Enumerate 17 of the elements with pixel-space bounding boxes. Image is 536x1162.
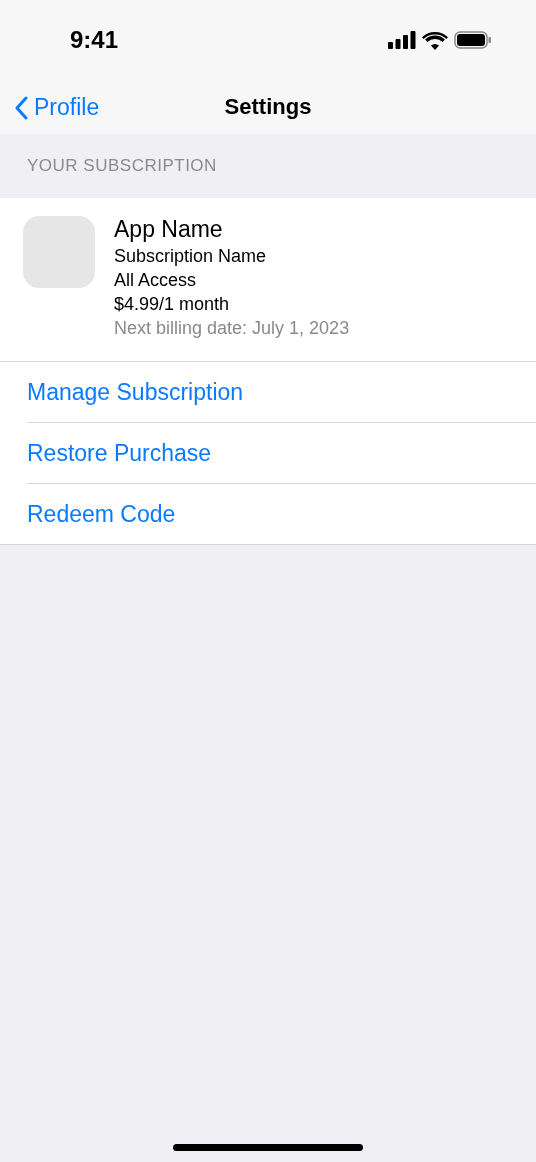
battery-icon (454, 31, 492, 49)
app-icon (23, 216, 95, 288)
status-time: 9:41 (70, 26, 119, 54)
subscription-price: $4.99/1 month (114, 294, 231, 315)
subscription-name: Subscription Name (114, 246, 268, 267)
back-button[interactable]: Profile (10, 90, 104, 125)
access-level-label: All Access (114, 270, 198, 291)
action-link[interactable]: Redeem Code (27, 500, 176, 528)
action-link[interactable]: Manage Subscription (27, 378, 244, 406)
nav-title: Settings (224, 94, 312, 120)
signal-icon (388, 31, 416, 49)
app-name: App Name (114, 216, 224, 243)
next-billing-date: Next billing date: July 1, 2023 (114, 318, 350, 339)
section-header: YOUR SUBSCRIPTION (26, 155, 218, 177)
wifi-icon (422, 30, 448, 50)
chevron-left-icon (14, 95, 28, 120)
action-link[interactable]: Restore Purchase (27, 439, 212, 467)
